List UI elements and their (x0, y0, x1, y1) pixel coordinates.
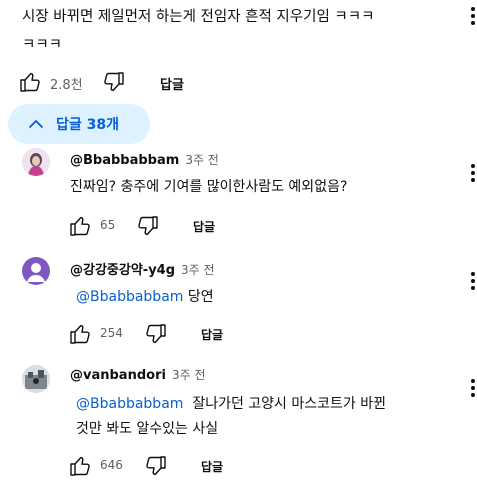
replies-toggle-label: 답글 38개 (56, 117, 119, 133)
reply-button[interactable]: 답글 (160, 74, 184, 93)
like-count: 646 (100, 458, 123, 472)
avatar[interactable] (22, 365, 50, 393)
comment-text-line2: 것만 봐도 알수있는 사실 (76, 421, 219, 437)
like-count: 2.8천 (50, 78, 83, 93)
author-name[interactable]: @vanbandori (70, 368, 166, 383)
like-button[interactable] (66, 212, 94, 240)
comment-author[interactable]: @vanbandori 3주 전 (70, 366, 205, 383)
comment-author[interactable]: @Bbabbabbam 3주 전 (70, 151, 219, 168)
avatar[interactable] (22, 148, 50, 176)
comment-author[interactable]: @강강중강약-y4g 3주 전 (70, 259, 215, 278)
replies-toggle-button[interactable]: 답글 38개 (8, 104, 150, 144)
thumbs-up-icon (70, 456, 90, 476)
author-name[interactable]: @강강중강약-y4g (70, 263, 175, 278)
comment-body: 잘나가던 고양시 마스코트가 바뀐 (192, 396, 386, 412)
thumbs-up-icon (20, 72, 40, 92)
top-comment-text-line1: 시장 바뀌면 제일먼저 하는게 전임자 흔적 지우기임 ㅋㅋㅋ (22, 9, 375, 25)
comment-text-line1: @Bbabbabbam 잘나가던 고양시 마스코트가 바뀐 (76, 393, 386, 415)
default-user-icon (27, 263, 45, 282)
author-name[interactable]: @Bbabbabbam (70, 153, 179, 168)
mention-link[interactable]: @Bbabbabbam (76, 396, 183, 412)
comment-time[interactable]: 3주 전 (181, 263, 215, 277)
mention-link[interactable]: @Bbabbabbam (76, 289, 183, 305)
like-count: 65 (100, 218, 116, 232)
avatar-image (22, 148, 50, 176)
thumbs-down-icon (146, 456, 166, 476)
comment-text: @Bbabbabbam 당연 (76, 286, 214, 308)
top-comment-text-line2: ㅋㅋㅋ (22, 37, 63, 53)
comment-menu-icon[interactable] (461, 161, 477, 185)
like-button[interactable] (66, 320, 94, 348)
avatar-image (22, 365, 50, 393)
chevron-up-icon (28, 119, 44, 129)
dislike-button[interactable] (134, 212, 162, 240)
reply-button[interactable]: 답글 (201, 458, 223, 475)
avatar[interactable] (22, 257, 50, 285)
comment-menu-icon[interactable] (461, 376, 477, 400)
comment-text: 진짜임? 충주에 기여를 많이한사람도 예외없음? (70, 179, 348, 195)
thumbs-down-icon (146, 324, 166, 344)
comment-body: 당연 (187, 289, 214, 305)
like-button[interactable] (16, 68, 44, 96)
dislike-button[interactable] (142, 452, 170, 480)
like-count: 254 (100, 326, 123, 340)
reply-button[interactable]: 답글 (193, 218, 215, 235)
reply-button[interactable]: 답글 (201, 326, 223, 343)
dislike-button[interactable] (142, 320, 170, 348)
thumbs-up-icon (70, 324, 90, 344)
comment-time[interactable]: 3주 전 (172, 368, 206, 382)
thumbs-down-icon (138, 216, 158, 236)
thumbs-down-icon (104, 72, 124, 92)
dislike-button[interactable] (100, 68, 128, 96)
comment-time[interactable]: 3주 전 (185, 153, 219, 167)
comment-menu-icon[interactable] (461, 269, 477, 293)
top-comment-menu-icon[interactable] (461, 4, 477, 28)
like-button[interactable] (66, 452, 94, 480)
thumbs-up-icon (70, 216, 90, 236)
